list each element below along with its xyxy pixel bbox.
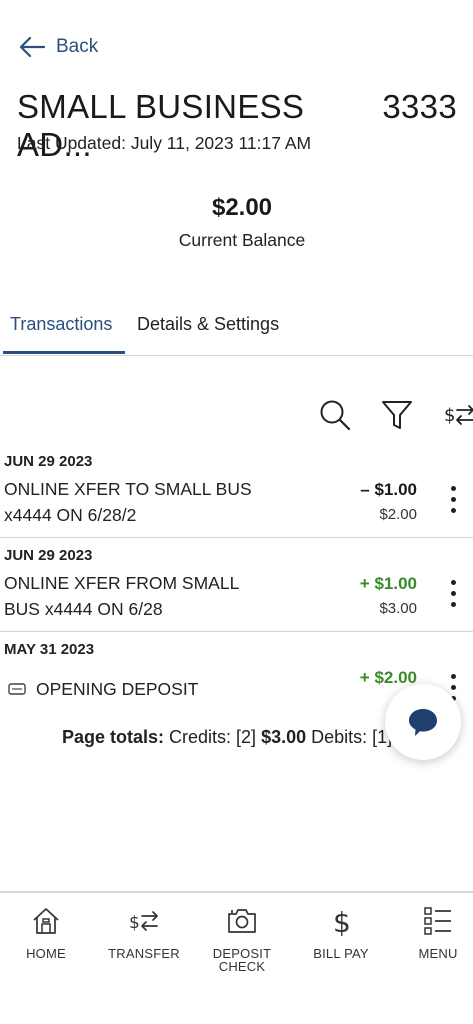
last-updated: Last Updated: July 11, 2023 11:17 AM <box>17 133 312 153</box>
home-icon <box>33 908 59 934</box>
arrow-left-icon <box>19 36 46 58</box>
nav-transfer[interactable]: $ TRANSFER <box>99 905 189 960</box>
chat-bubble-icon <box>409 709 437 736</box>
transaction-description-line: OPENING DEPOSIT <box>36 679 199 699</box>
nav-deposit-label-line: CHECK <box>218 959 266 974</box>
sort-transfer-icon[interactable]: $ <box>442 398 473 432</box>
bottom-navigation: HOME $ TRANSFER DEPOSIT CHECK $ BILL PAY <box>0 891 473 1024</box>
transaction-running-balance: $3.00 <box>379 600 417 617</box>
search-icon[interactable] <box>318 398 352 432</box>
menu-list-icon <box>424 907 451 935</box>
transaction-amount: + $1.00 <box>359 574 417 593</box>
transaction-description: ONLINE XFER TO SMALL BUS x4444 ON 6/28/2 <box>4 476 264 528</box>
credits-amount: $3.00 <box>261 727 307 747</box>
tab-transactions[interactable]: Transactions <box>10 314 112 335</box>
back-label: Back <box>56 36 99 57</box>
transaction-description: ONLINE XFER FROM SMALL BUS x4444 ON 6/28 <box>4 570 264 622</box>
nav-home-label: HOME <box>26 946 66 961</box>
more-options-icon[interactable] <box>447 580 459 612</box>
nav-transfer-label: TRANSFER <box>108 946 180 961</box>
svg-text:$: $ <box>444 405 455 426</box>
dollar-icon: $ <box>333 906 351 937</box>
transaction-date: MAY 31 2023 <box>4 641 95 658</box>
back-button[interactable]: Back <box>18 36 98 58</box>
more-options-icon[interactable] <box>447 486 459 518</box>
tab-bar: Transactions Details & Settings <box>0 300 473 356</box>
nav-bill-pay-label: BILL PAY <box>313 946 369 961</box>
nav-menu-label: MENU <box>418 946 458 961</box>
svg-text:$: $ <box>129 913 140 933</box>
transaction-row[interactable]: JUN 29 2023 ONLINE XFER TO SMALL BUS x44… <box>0 444 473 538</box>
nav-bill-pay[interactable]: $ BILL PAY <box>296 905 386 960</box>
nav-menu[interactable]: MENU <box>393 905 473 960</box>
transaction-amount: + $2.00 <box>359 668 417 687</box>
transfer-icon: $ <box>129 911 158 933</box>
transaction-description-line: BUS x4444 ON 6/28 <box>4 599 163 619</box>
current-balance-amount: $2.00 <box>211 194 273 221</box>
page-totals-label: Page totals: <box>62 727 165 747</box>
transaction-running-balance: $2.00 <box>379 506 417 523</box>
svg-text:$: $ <box>333 906 351 937</box>
transaction-date: JUN 29 2023 <box>4 453 93 470</box>
transaction-amount: – $1.00 <box>360 480 417 499</box>
transaction-description: OPENING DEPOSIT <box>4 676 264 702</box>
transaction-description-line: ONLINE XFER FROM SMALL <box>4 573 240 593</box>
camera-icon <box>228 909 256 933</box>
tab-details-settings[interactable]: Details & Settings <box>137 314 279 335</box>
filter-icon[interactable] <box>380 398 414 432</box>
current-balance-label: Current Balance <box>178 230 306 250</box>
nav-deposit-check[interactable]: DEPOSIT CHECK <box>197 905 287 973</box>
transaction-row[interactable]: JUN 29 2023 ONLINE XFER FROM SMALL BUS x… <box>0 538 473 632</box>
transaction-date: JUN 29 2023 <box>4 547 93 564</box>
credits-text: Credits: [2] <box>164 727 262 747</box>
chat-button[interactable] <box>385 684 461 760</box>
account-number: 3333 <box>382 88 457 125</box>
nav-home[interactable]: HOME <box>1 905 91 960</box>
deposit-icon <box>8 683 26 695</box>
transaction-description-line: x4444 ON 6/28/2 <box>4 505 137 525</box>
transaction-description-line: ONLINE XFER TO SMALL BUS <box>4 479 252 499</box>
active-tab-indicator <box>3 351 125 354</box>
nav-deposit-check-label: DEPOSIT CHECK <box>197 947 287 973</box>
